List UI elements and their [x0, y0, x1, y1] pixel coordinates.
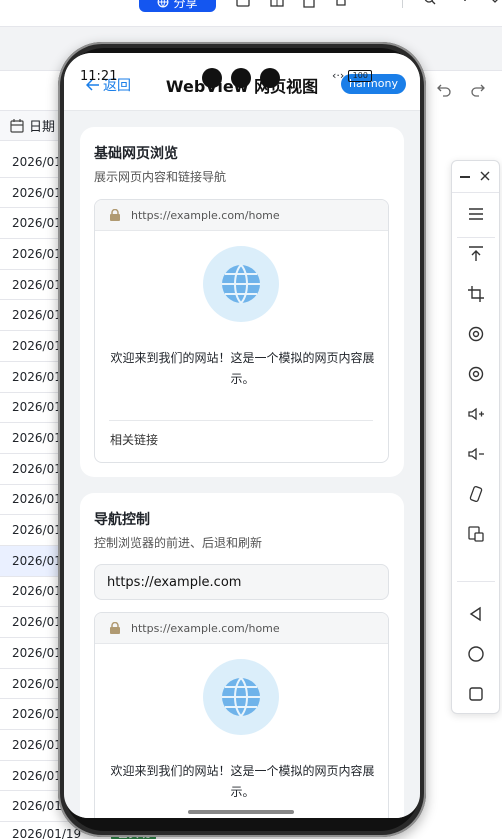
close-icon[interactable]: [479, 167, 491, 186]
address-url: https://example.com/home: [131, 208, 280, 222]
address-bar[interactable]: https://example.com/home: [95, 613, 388, 644]
page-content-text: 欢迎来到我们的网站！这是一个模拟的网页内容展示。: [110, 764, 375, 799]
card-basic-browsing: 基础网页浏览 展示网页内容和链接导航 https://example.com/h…: [80, 127, 404, 477]
card-subtitle: 控制浏览器的前进、后退和刷新: [94, 536, 263, 550]
layout-icon[interactable]: [270, 0, 284, 8]
camera-dot: [260, 68, 280, 88]
search-icon[interactable]: [423, 0, 437, 8]
status-time: 11:21: [80, 69, 118, 84]
redo-icon[interactable]: [470, 81, 486, 97]
camera-dot: [202, 68, 222, 88]
volume-down-icon[interactable]: [465, 443, 487, 465]
rotate-right-icon[interactable]: [465, 363, 487, 385]
chevron-down-icon[interactable]: [488, 0, 502, 8]
content-divider: [109, 420, 373, 421]
wifi-icon: ‹·›: [332, 69, 345, 82]
url-input[interactable]: https://example.com: [94, 564, 389, 600]
home-indicator[interactable]: [188, 810, 294, 814]
globe-icon: [203, 659, 279, 735]
crop-icon[interactable]: [465, 283, 487, 305]
minimize-icon[interactable]: [460, 175, 471, 178]
address-bar[interactable]: https://example.com/home: [95, 200, 388, 231]
date-field-icon: [10, 118, 24, 133]
volume-up-icon[interactable]: [465, 403, 487, 425]
lock-icon: [110, 622, 120, 634]
emulator-toolbar: [451, 160, 500, 714]
shake-icon[interactable]: [465, 483, 487, 505]
more-icon[interactable]: [458, 0, 472, 8]
home-nav-icon[interactable]: [465, 643, 487, 665]
globe-icon: [203, 246, 279, 322]
globe-icon: [158, 0, 169, 8]
lock-icon: [110, 209, 120, 221]
battery-indicator: 100: [348, 69, 373, 82]
status-icons: ‹·› 100: [332, 69, 373, 82]
toolbar-separator: [457, 581, 495, 582]
bell-icon[interactable]: [334, 0, 348, 8]
emulator-toolbar-header: [452, 161, 499, 193]
webview-frame: https://example.com/home 欢迎来到我们的网站！这是一个模…: [94, 612, 389, 818]
phone-screen: 返回 WebView 网页视图 harmony 11:21 ‹·› 100 基础…: [64, 53, 420, 818]
row-date: 2026/01/19: [12, 827, 82, 839]
comment-icon[interactable]: [236, 0, 250, 8]
back-nav-icon[interactable]: [465, 603, 487, 625]
card-subtitle: 展示网页内容和链接导航: [94, 170, 227, 184]
column-header-label: 日期: [29, 120, 56, 135]
share-button[interactable]: 分享: [139, 0, 216, 12]
pin-top-icon[interactable]: [465, 243, 487, 265]
toolbar-separator: [457, 237, 495, 238]
card-title: 导航控制: [94, 512, 150, 528]
toolbar-divider: [402, 0, 403, 8]
webview-frame: https://example.com/home 欢迎来到我们的网站！这是一个模…: [94, 199, 389, 463]
document-icon[interactable]: [302, 0, 316, 8]
screenshot-icon[interactable]: [465, 523, 487, 545]
undo-icon[interactable]: [436, 81, 452, 97]
card-navigation-control: 导航控制 控制浏览器的前进、后退和刷新 https://example.com …: [80, 493, 404, 818]
share-label: 分享: [173, 0, 198, 10]
address-url: https://example.com/home: [131, 621, 280, 635]
page-content-text: 欢迎来到我们的网站！这是一个模拟的网页内容展示。: [110, 351, 375, 386]
app-toolbar: 分享: [0, 0, 502, 27]
menu-icon[interactable]: [465, 203, 487, 225]
rotate-icon[interactable]: [465, 323, 487, 345]
card-title: 基础网页浏览: [94, 146, 178, 162]
recents-nav-icon[interactable]: [465, 683, 487, 705]
camera-dot: [231, 68, 251, 88]
related-link[interactable]: 相关链接: [110, 431, 158, 448]
